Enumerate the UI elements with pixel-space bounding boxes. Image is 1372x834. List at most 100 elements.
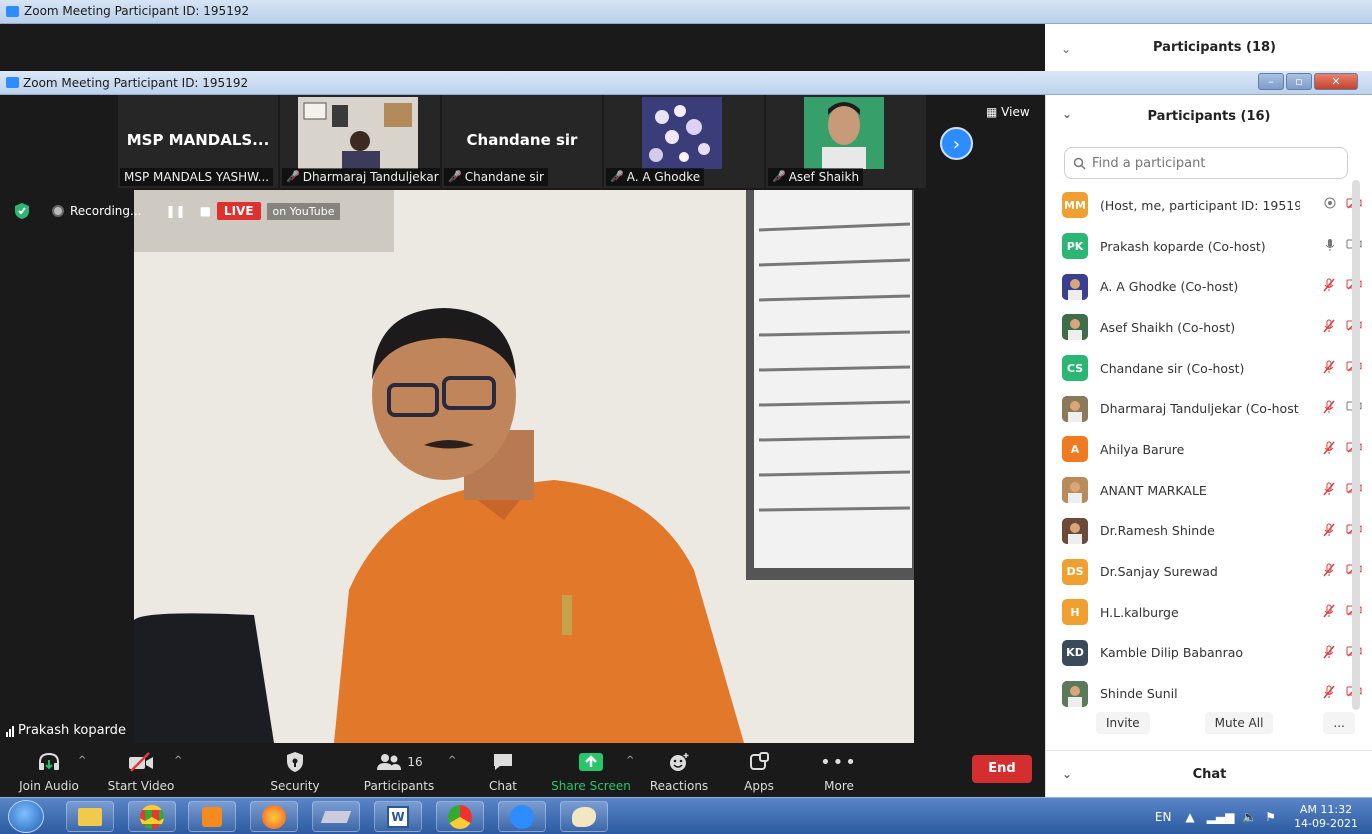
chevron-up-icon[interactable]: ^	[448, 755, 456, 766]
participants-button[interactable]: 16 Participants	[354, 749, 444, 793]
mic-muted-icon	[1323, 523, 1335, 536]
word-icon[interactable]: W	[374, 801, 422, 832]
start-button[interactable]	[8, 800, 44, 833]
chevron-up-icon[interactable]: ^	[78, 755, 86, 766]
participants-panel-header: ⌄ Participants (16)	[1046, 95, 1372, 137]
close-button[interactable]: ✕	[1314, 73, 1358, 90]
participant-row[interactable]: CS Chandane sir (Co-host)	[1046, 348, 1366, 389]
participant-row[interactable]: Dharmaraj Tanduljekar (Co-host)	[1046, 388, 1366, 429]
share-screen-icon	[579, 753, 603, 771]
clock[interactable]: AM 11:32 14-09-2021	[1294, 803, 1358, 831]
back-window-panel: ⌄ Participants (18)	[1045, 24, 1372, 74]
participant-name: Asef Shaikh (Co-host)	[1100, 319, 1236, 335]
network-icon[interactable]: ▂▄▆	[1207, 810, 1235, 824]
thumbnail-tile[interactable]: 🎤̸ Dharmaraj Tanduljekar	[280, 95, 440, 188]
participant-row[interactable]: Shinde Sunil	[1046, 673, 1366, 714]
chat-button[interactable]: Chat	[458, 749, 548, 793]
end-meeting-button[interactable]: End	[972, 755, 1032, 783]
maximize-button[interactable]: ▫	[1286, 73, 1312, 90]
language-indicator[interactable]: EN	[1155, 810, 1172, 824]
more-dots-icon: •••	[820, 751, 858, 773]
avatar	[1062, 517, 1088, 544]
zoom-icon[interactable]	[498, 801, 546, 832]
file-explorer-icon[interactable]	[66, 801, 114, 832]
participant-name: ANANT MARKALE	[1100, 482, 1207, 498]
action-center-icon[interactable]: ⚑	[1265, 810, 1276, 824]
media-player-icon[interactable]	[188, 801, 236, 832]
participant-name: Chandane sir (Co-host)	[1100, 360, 1245, 376]
avatar: KD	[1062, 639, 1088, 666]
thumbnail-tile[interactable]: Chandane sir 🎤̸ Chandane sir	[442, 95, 602, 188]
invite-button[interactable]: Invite	[1096, 712, 1150, 734]
chevron-up-icon[interactable]: ▲	[1185, 810, 1194, 824]
participant-list-scrollbar[interactable]	[1352, 180, 1360, 710]
apps-button[interactable]: Apps	[714, 749, 804, 793]
clock-time: AM 11:32	[1299, 802, 1353, 816]
participant-row[interactable]: KD Kamble Dilip Babanrao	[1046, 633, 1366, 674]
participants-icon	[377, 754, 402, 770]
thumbnail-tile[interactable]: MSP MANDALS... MSP MANDALS YASHW...	[118, 95, 278, 188]
participant-row[interactable]: PK Prakash koparde (Co-host)	[1046, 226, 1366, 267]
share-status-icon	[1324, 197, 1336, 209]
zoom-app-icon	[6, 6, 19, 17]
reactions-button[interactable]: Reactions	[634, 749, 724, 793]
search-input[interactable]	[1092, 155, 1322, 171]
apps-icon	[750, 752, 769, 770]
chevron-down-icon[interactable]: ⌄	[1062, 107, 1072, 121]
volume-icon[interactable]: 🔈	[1242, 810, 1257, 824]
thumbnail-tile[interactable]: 🎤̸ Asef Shaikh	[766, 95, 926, 188]
share-screen-button[interactable]: Share Screen	[546, 749, 636, 793]
avatar: DS	[1062, 558, 1088, 585]
participant-row[interactable]: ANANT MARKALE	[1046, 470, 1366, 511]
minimize-button[interactable]: –	[1258, 73, 1284, 90]
chrome-icon[interactable]	[436, 801, 484, 832]
thumbnail-name-text: Dharmaraj Tanduljekar	[302, 170, 439, 184]
mute-all-button[interactable]: Mute All	[1204, 712, 1274, 734]
thumbnail-tile[interactable]: 🎤̸ A. A Ghodke	[604, 95, 764, 188]
participant-row[interactable]: A. A Ghodke (Co-host)	[1046, 266, 1366, 307]
participants-panel: ⌄ Participants (16) MM (Host, me, partici…	[1045, 95, 1372, 797]
next-page-button[interactable]: ›	[940, 127, 973, 160]
participant-row[interactable]: DS Dr.Sanjay Surewad	[1046, 551, 1366, 592]
headphones-icon	[39, 752, 59, 770]
start-video-button[interactable]: Start Video	[96, 749, 186, 793]
avatar-initials: CS	[1066, 361, 1084, 375]
chat-panel-header[interactable]: ⌄ Chat	[1046, 750, 1372, 797]
more-label: More	[824, 779, 854, 793]
reactions-label: Reactions	[649, 779, 709, 793]
scanner-icon[interactable]	[312, 801, 360, 832]
participant-row[interactable]: Asef Shaikh (Co-host)	[1046, 307, 1366, 348]
chevron-down-icon[interactable]: ⌄	[1062, 767, 1072, 781]
livestream-platform[interactable]: on YouTube	[266, 202, 341, 220]
more-button[interactable]: ••• More	[794, 749, 884, 794]
avatar: MM	[1062, 192, 1088, 219]
participant-name: Dr.Ramesh Shinde	[1100, 523, 1215, 539]
avatar	[1062, 680, 1088, 707]
participant-row[interactable]: H H.L.kalburge	[1046, 592, 1366, 633]
participant-search[interactable]	[1064, 147, 1348, 179]
participant-row[interactable]: Dr.Ramesh Shinde	[1046, 511, 1366, 552]
mic-muted-icon	[1323, 278, 1335, 292]
mic-icon	[1325, 238, 1335, 251]
chrome-icon[interactable]	[128, 801, 176, 832]
avatar: A	[1062, 436, 1088, 463]
firefox-icon[interactable]	[250, 801, 298, 832]
thumbnail-name-text: MSP MANDALS YASHW...	[124, 170, 270, 184]
pause-recording-button[interactable]: ❚❚	[165, 204, 185, 218]
paint-icon[interactable]	[560, 801, 608, 832]
participant-name: Dharmaraj Tanduljekar (Co-host)	[1100, 401, 1300, 417]
security-button[interactable]: Security	[250, 749, 340, 793]
participant-row[interactable]: A Ahilya Barure	[1046, 429, 1366, 470]
live-badge[interactable]: LIVE	[216, 202, 261, 220]
more-options-button[interactable]: ...	[1323, 712, 1355, 734]
stop-recording-button[interactable]: ■	[200, 204, 211, 218]
avatar: CS	[1062, 355, 1088, 382]
shield-icon	[287, 752, 303, 772]
participant-row[interactable]: MM (Host, me, participant ID: 195192	[1046, 185, 1366, 226]
chevron-up-icon[interactable]: ^	[174, 755, 182, 766]
participant-name: Kamble Dilip Babanrao	[1100, 645, 1244, 661]
view-button[interactable]: ▦ View	[986, 105, 1030, 119]
avatar-initials: H	[1070, 605, 1080, 619]
mic-muted-icon	[1323, 360, 1335, 374]
windows-taskbar: W EN ▲ ▂▄▆ 🔈 ⚑ AM 11:32 14-09-2021	[0, 797, 1372, 834]
